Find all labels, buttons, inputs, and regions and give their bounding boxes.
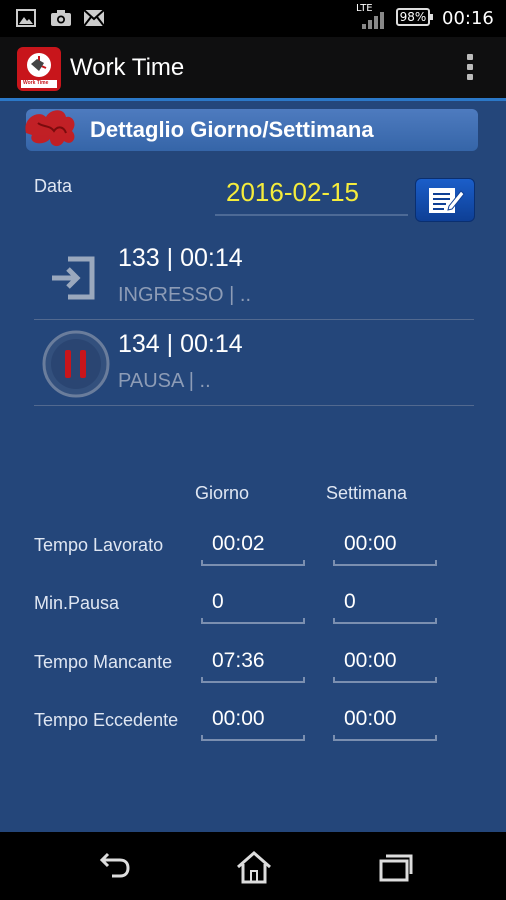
week-field[interactable]: 00:00: [333, 528, 437, 566]
main-content: Dettaglio Giorno/Settimana Data 2016-02-…: [0, 101, 506, 832]
week-field[interactable]: 00:00: [333, 703, 437, 741]
week-value: 0: [344, 590, 356, 613]
home-button[interactable]: [234, 850, 274, 884]
battery-icon: 98%: [396, 8, 433, 26]
day-value: 07:36: [212, 649, 265, 672]
action-bar: Work Time Work Time: [0, 37, 506, 101]
status-bar: LTE 98% 00:16: [0, 0, 506, 37]
entry-divider: [34, 405, 474, 406]
day-value: 00:02: [212, 532, 265, 555]
field-underline: [201, 735, 305, 741]
entry-1-sub: INGRESSO | ..: [118, 284, 251, 306]
field-underline: [333, 735, 437, 741]
entry-2-main[interactable]: 134 | 00:14: [118, 330, 243, 359]
app-logo[interactable]: Work Time: [17, 47, 61, 91]
date-value[interactable]: 2016-02-15: [226, 177, 359, 208]
row-label: Tempo Eccedente: [34, 710, 179, 730]
week-value: 00:00: [344, 532, 397, 555]
row-label: Tempo Mancante: [34, 652, 173, 672]
mail-icon: [83, 9, 105, 27]
day-value: 00:00: [212, 707, 265, 730]
week-field[interactable]: 00:00: [333, 645, 437, 683]
date-label: Data: [34, 176, 73, 196]
section-title: Dettaglio Giorno/Settimana: [90, 117, 374, 142]
edit-note-icon: [429, 188, 465, 213]
field-underline: [201, 560, 305, 566]
app-title: Work Time: [70, 54, 185, 81]
battery-level: 98%: [399, 10, 427, 24]
section-header: Dettaglio Giorno/Settimana: [25, 109, 478, 151]
navigation-bar: [0, 832, 506, 900]
pause-icon: [40, 328, 112, 400]
date-underline: [215, 214, 408, 216]
lte-signal-icon: [362, 12, 384, 29]
field-underline: [333, 618, 437, 624]
logo-text: Work Time: [23, 80, 49, 86]
day-field[interactable]: 00:00: [201, 703, 305, 741]
col-head-day: Giorno: [195, 483, 250, 503]
day-field[interactable]: 0: [201, 586, 305, 624]
row-label: Min.Pausa: [34, 593, 120, 613]
image-icon: [16, 9, 36, 27]
field-underline: [333, 560, 437, 566]
brand-swirl-icon: [25, 110, 75, 147]
field-underline: [333, 677, 437, 683]
recents-button[interactable]: [375, 850, 415, 884]
week-field[interactable]: 0: [333, 586, 437, 624]
home-icon: [237, 851, 271, 884]
row-label: Tempo Lavorato: [34, 535, 164, 555]
field-underline: [201, 677, 305, 683]
day-field[interactable]: 07:36: [201, 645, 305, 683]
week-value: 00:00: [344, 707, 397, 730]
entry-2-sub: PAUSA | ..: [118, 370, 211, 392]
entry-1-main[interactable]: 133 | 00:14: [118, 244, 243, 273]
day-field[interactable]: 00:02: [201, 528, 305, 566]
camera-icon: [51, 10, 71, 26]
field-underline: [201, 618, 305, 624]
col-head-week: Settimana: [326, 483, 408, 503]
back-button[interactable]: [94, 850, 134, 884]
week-value: 00:00: [344, 649, 397, 672]
edit-date-button[interactable]: [415, 178, 475, 222]
entry-divider: [34, 319, 474, 320]
more-vertical-icon[interactable]: [466, 54, 474, 84]
back-icon: [99, 852, 130, 878]
day-value: 0: [212, 590, 224, 613]
login-icon: [46, 251, 100, 305]
recents-icon: [379, 854, 413, 882]
clock: 00:16: [442, 8, 494, 29]
